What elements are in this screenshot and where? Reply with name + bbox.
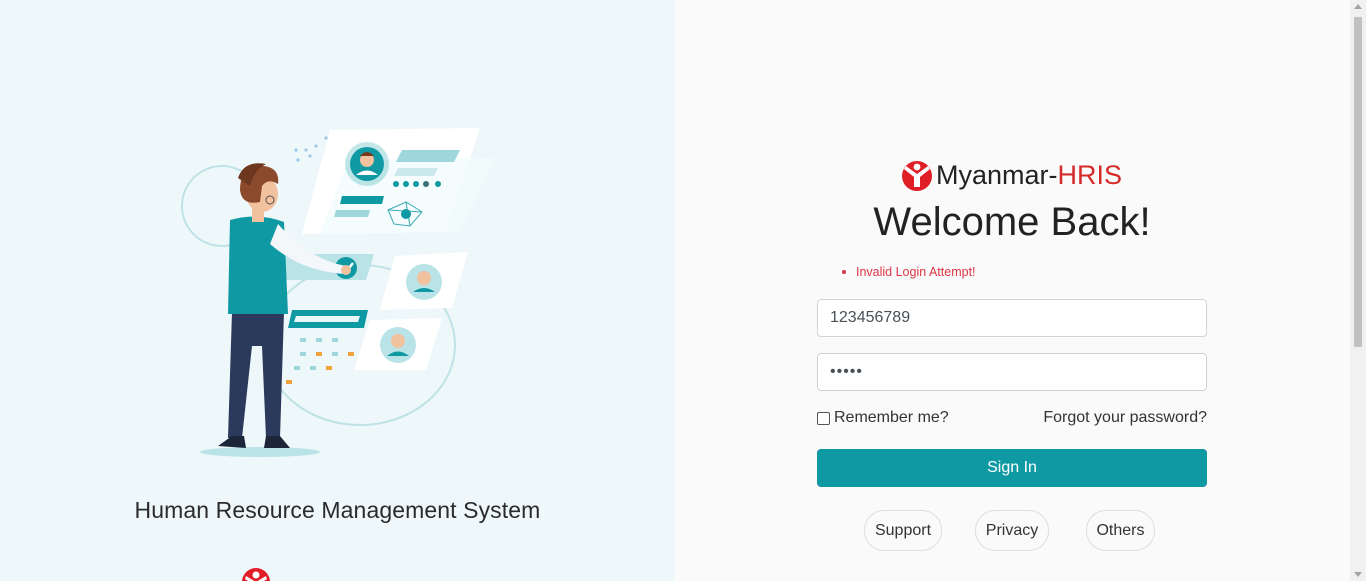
brand-accent: HRIS xyxy=(1057,159,1123,190)
login-panel: Myanmar- HRIS Welcome Back! Invalid Login… xyxy=(675,0,1350,581)
brand: Myanmar- HRIS xyxy=(901,158,1122,192)
vertical-scrollbar[interactable] xyxy=(1350,0,1366,581)
others-link[interactable]: Others xyxy=(1086,510,1155,551)
scroll-thumb[interactable] xyxy=(1354,17,1362,347)
scroll-down-arrow-icon[interactable] xyxy=(1354,572,1362,577)
forgot-password-link[interactable]: Forgot your password? xyxy=(1043,409,1207,427)
brand-name: Myanmar- xyxy=(936,159,1058,190)
sign-in-button[interactable]: Sign In xyxy=(817,449,1207,487)
left-panel: Human Resource Management System xyxy=(0,0,675,581)
password-input[interactable] xyxy=(817,353,1207,391)
save-the-children-logo-icon xyxy=(242,568,270,581)
error-bullet-icon xyxy=(842,270,846,274)
save-the-children-logo-icon xyxy=(902,161,932,191)
welcome-heading: Welcome Back! xyxy=(873,200,1151,244)
error-message: Invalid Login Attempt! xyxy=(856,265,976,279)
hr-illustration xyxy=(181,128,495,457)
scroll-up-arrow-icon[interactable] xyxy=(1354,4,1362,9)
remember-label: Remember me? xyxy=(834,409,949,426)
privacy-link[interactable]: Privacy xyxy=(975,510,1049,551)
remember-checkbox[interactable] xyxy=(817,411,830,425)
support-link[interactable]: Support xyxy=(864,510,942,551)
system-title: Human Resource Management System xyxy=(134,497,541,523)
remember-me[interactable]: Remember me? xyxy=(817,409,949,427)
validation-summary: Invalid Login Attempt! xyxy=(842,265,976,279)
username-input[interactable] xyxy=(817,299,1207,337)
